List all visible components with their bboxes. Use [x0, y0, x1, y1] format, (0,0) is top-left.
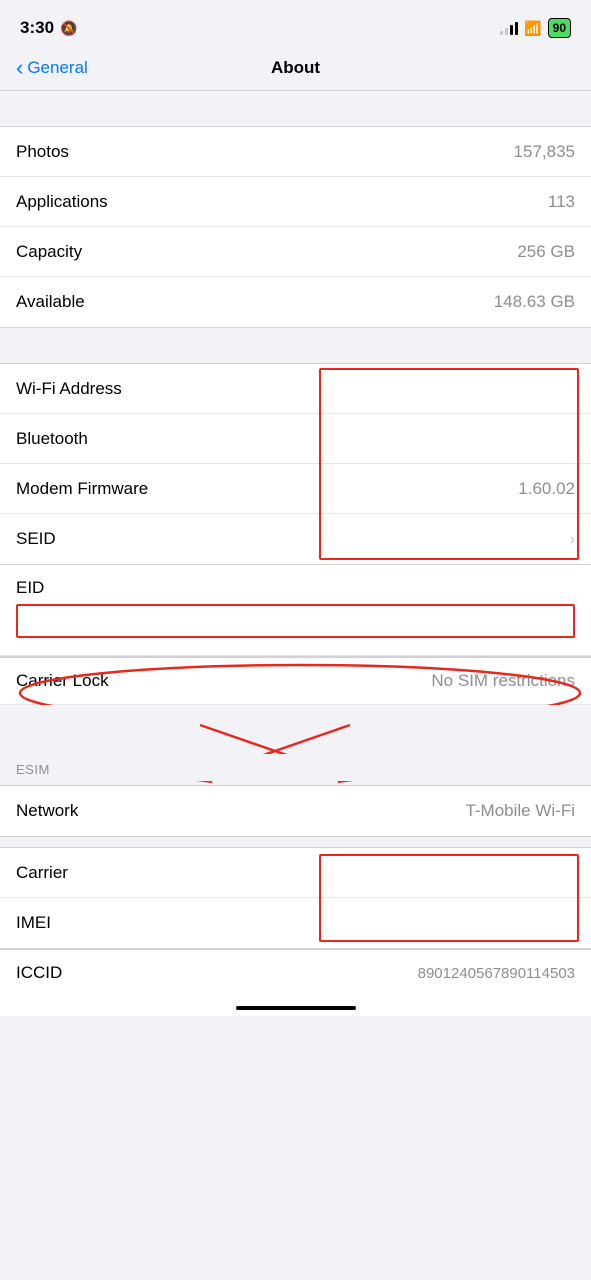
carrier-lock-row: Carrier Lock No SIM restrictions	[0, 658, 591, 705]
network-value: T-Mobile Wi-Fi	[465, 801, 575, 821]
applications-value: 113	[548, 192, 575, 212]
wifi-row: Wi-Fi Address	[0, 364, 591, 414]
available-label: Available	[16, 292, 85, 312]
photos-value: 157,835	[514, 142, 575, 162]
capacity-label: Capacity	[16, 242, 82, 262]
carrier-lock-value: No SIM restrictions	[431, 671, 575, 691]
seid-row[interactable]: SEID ›	[0, 514, 591, 564]
nav-header: ‹ General About	[0, 50, 591, 91]
applications-row: Applications 113	[0, 177, 591, 227]
imei-row: IMEI	[0, 898, 591, 948]
photos-label: Photos	[16, 142, 69, 162]
wifi-icon: 📶	[524, 20, 541, 37]
eid-redbox	[16, 604, 575, 638]
carrier-lock-label: Carrier Lock	[16, 671, 109, 691]
back-button[interactable]: ‹ General	[16, 58, 88, 79]
arrow-annotation: ESIM	[0, 705, 591, 785]
carrier-label: Carrier	[16, 863, 68, 883]
bluetooth-row: Bluetooth	[0, 414, 591, 464]
carrier-row: Carrier	[0, 848, 591, 898]
network-group: Wi-Fi Address Bluetooth Modem Firmware 1…	[0, 363, 591, 565]
capacity-row: Capacity 256 GB	[0, 227, 591, 277]
battery-indicator: 90	[548, 18, 571, 38]
spacer-3	[0, 837, 591, 847]
home-bar	[236, 1006, 356, 1010]
iccid-value: 8901240567890114503	[418, 965, 575, 982]
status-right: 📶 90	[500, 18, 571, 38]
iccid-label: ICCID	[16, 963, 62, 983]
esim-section-header: ESIM	[0, 754, 591, 781]
seid-label: SEID	[16, 529, 56, 549]
back-label: General	[27, 58, 87, 78]
status-bar: 3:30 🔕 📶 90	[0, 0, 591, 50]
eid-group: EID	[0, 565, 591, 657]
available-value: 148.63 GB	[494, 292, 575, 312]
imei-label: IMEI	[16, 913, 51, 933]
modem-row: Modem Firmware 1.60.02	[0, 464, 591, 514]
spacer-2	[0, 328, 591, 363]
photos-row: Photos 157,835	[0, 127, 591, 177]
modem-label: Modem Firmware	[16, 479, 148, 499]
carrier-imei-group: Carrier IMEI	[0, 847, 591, 949]
bluetooth-label: Bluetooth	[16, 429, 88, 449]
network-row: Network T-Mobile Wi-Fi	[0, 786, 591, 836]
chevron-left-icon: ‹	[16, 57, 23, 79]
wifi-label: Wi-Fi Address	[16, 379, 122, 399]
spacer-1	[0, 91, 591, 126]
applications-label: Applications	[16, 192, 108, 212]
page-title: About	[271, 58, 320, 78]
modem-value: 1.60.02	[518, 479, 575, 499]
capacity-value: 256 GB	[517, 242, 575, 262]
device-info-group: Photos 157,835 Applications 113 Capacity…	[0, 126, 591, 328]
esim-label: ESIM	[16, 762, 50, 777]
esim-group: Network T-Mobile Wi-Fi	[0, 785, 591, 837]
eid-row: EID	[0, 565, 591, 656]
chevron-right-icon: ›	[569, 529, 575, 549]
network-label: Network	[16, 801, 78, 821]
signal-icon	[500, 21, 518, 35]
eid-label: EID	[16, 578, 575, 598]
available-row: Available 148.63 GB	[0, 277, 591, 327]
silent-icon: 🔕	[60, 20, 77, 37]
status-time: 3:30 🔕	[20, 18, 77, 38]
iccid-row: ICCID 8901240567890114503	[0, 949, 591, 996]
carrier-lock-section: Carrier Lock No SIM restrictions	[0, 657, 591, 705]
home-indicator	[0, 996, 591, 1016]
